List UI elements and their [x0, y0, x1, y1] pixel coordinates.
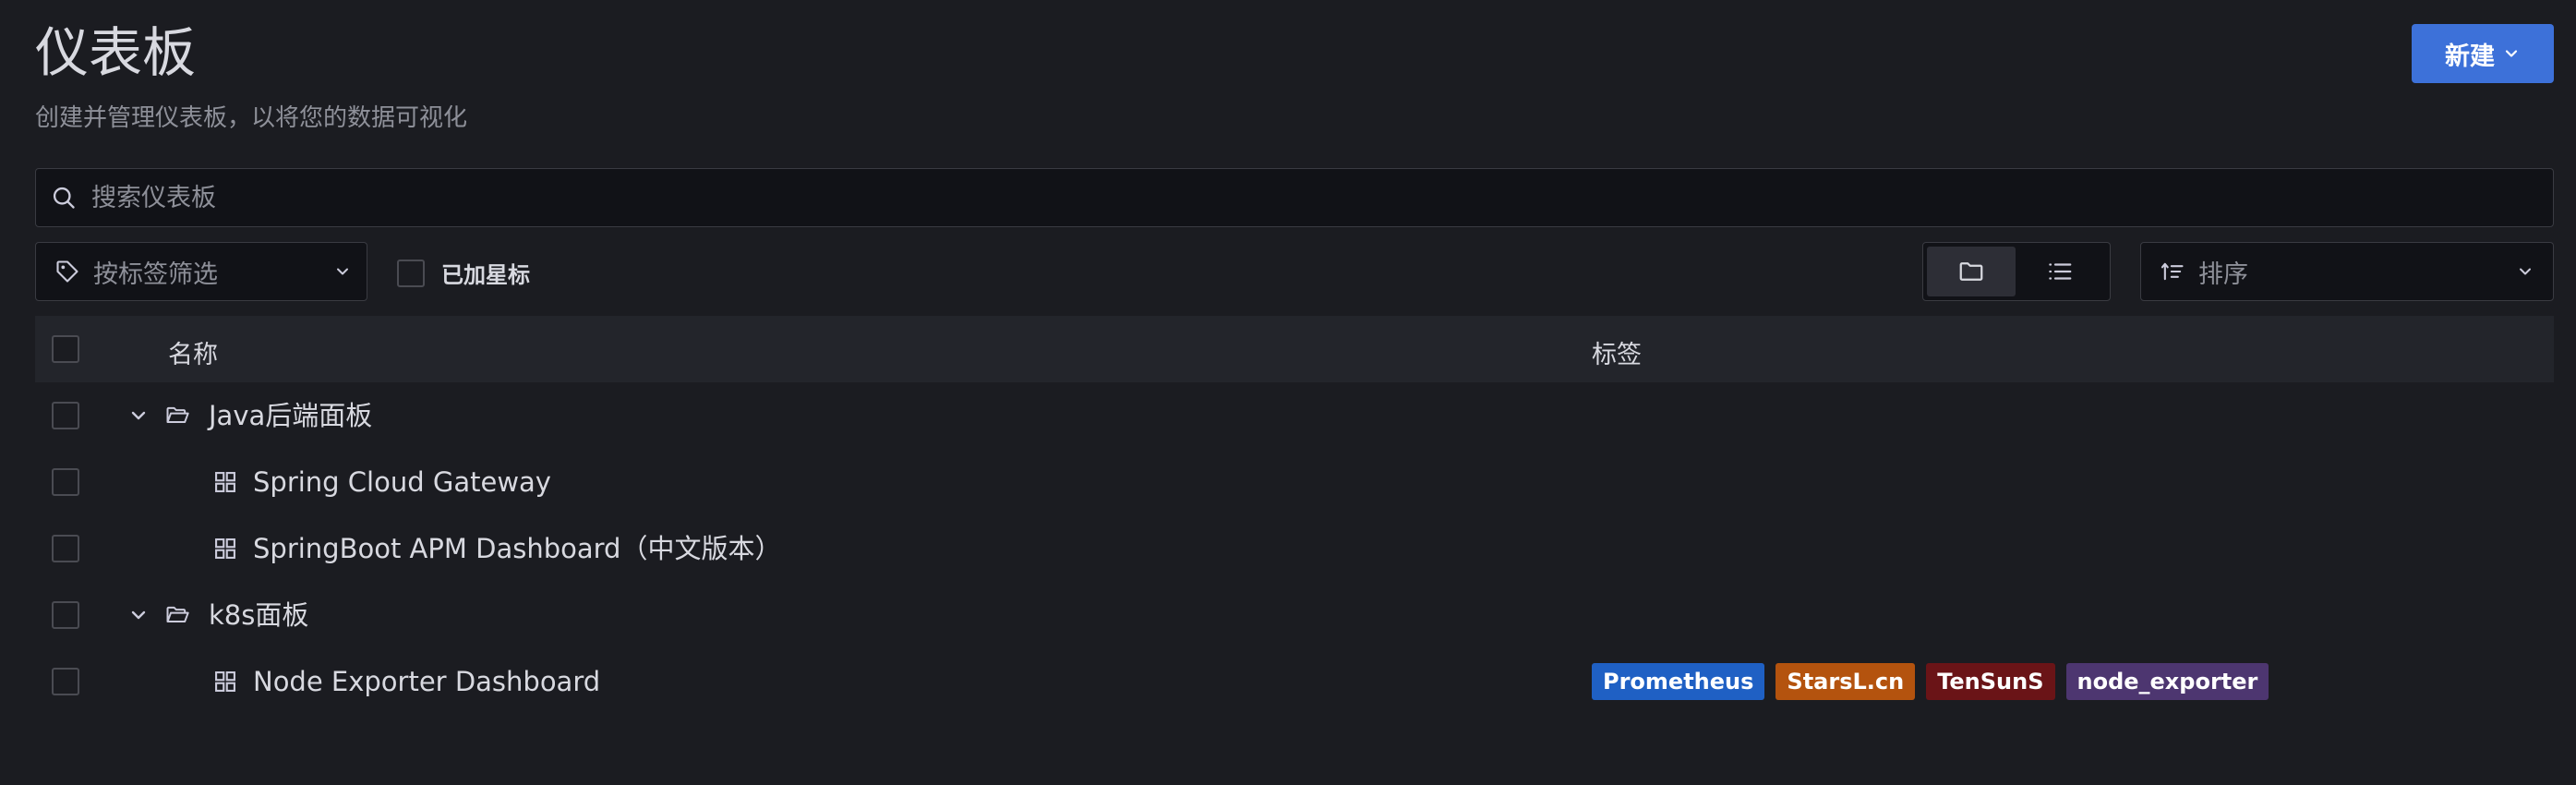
search-field[interactable]	[35, 168, 2554, 227]
dashboard-grid-icon	[215, 472, 235, 492]
chevron-down-icon[interactable]	[127, 604, 150, 626]
dashboard-grid-icon	[215, 538, 235, 559]
page-title: 仪表板	[35, 21, 197, 84]
sort-placeholder: 排序	[2198, 260, 2248, 289]
search-icon	[36, 169, 91, 226]
column-header-name: 名称	[168, 341, 218, 369]
chevron-down-icon	[2505, 50, 2518, 57]
dashboard-row[interactable]: SpringBoot APM Dashboard（中文版本）	[35, 515, 2554, 582]
table-header: 名称 标签	[35, 316, 2554, 382]
tag-node-exporter[interactable]: node_exporter	[2065, 663, 2269, 700]
folder-row[interactable]: Java后端面板	[35, 382, 2554, 449]
starred-filter[interactable]: 已加星标	[397, 257, 530, 289]
list-view-button[interactable]	[2016, 247, 2104, 296]
page-subtitle: 创建并管理仪表板，以将您的数据可视化	[35, 104, 468, 132]
dashboard-row[interactable]: Node Exporter Dashboard Prometheus Stars…	[35, 648, 2554, 715]
folder-open-icon	[166, 606, 189, 622]
dashboard-grid-icon	[215, 671, 235, 692]
chevron-down-icon[interactable]	[127, 405, 150, 427]
sort-select[interactable]: 排序	[2140, 242, 2554, 301]
tag-icon	[56, 260, 78, 283]
row-checkbox[interactable]	[52, 668, 79, 695]
folder-row[interactable]: k8s面板	[35, 582, 2554, 648]
view-mode-toggle[interactable]	[1922, 242, 2111, 301]
chevron-down-icon	[337, 268, 348, 275]
dashboard-name[interactable]: SpringBoot APM Dashboard（中文版本）	[253, 530, 781, 567]
folder-view-button[interactable]	[1927, 247, 2016, 296]
folder-name[interactable]: k8s面板	[209, 597, 308, 634]
sort-icon	[2161, 262, 2184, 281]
starred-checkbox[interactable]	[397, 259, 425, 287]
select-all-checkbox[interactable]	[52, 335, 79, 363]
column-header-tags: 标签	[1592, 341, 1642, 369]
row-checkbox[interactable]	[52, 535, 79, 562]
dashboard-row[interactable]: Spring Cloud Gateway	[35, 449, 2554, 515]
tag-filter-select[interactable]: 按标签筛选	[35, 242, 367, 301]
tag-list: Prometheus StarsL.cn TenSunS node_export…	[1592, 663, 2269, 700]
dashboard-name[interactable]: Node Exporter Dashboard	[253, 663, 600, 700]
tag-prometheus[interactable]: Prometheus	[1592, 663, 1765, 700]
new-button[interactable]: 新建	[2412, 24, 2554, 83]
folder-open-icon	[166, 406, 189, 423]
search-input[interactable]	[91, 169, 2553, 226]
list-icon	[2049, 263, 2072, 280]
new-button-label: 新建	[2445, 42, 2495, 71]
row-checkbox[interactable]	[52, 601, 79, 629]
starred-label: 已加星标	[441, 262, 530, 288]
tag-starsl[interactable]: StarsL.cn	[1776, 663, 1916, 700]
chevron-down-icon	[2520, 268, 2531, 275]
folder-name[interactable]: Java后端面板	[209, 397, 372, 434]
tag-tensuns[interactable]: TenSunS	[1926, 663, 2055, 700]
row-checkbox[interactable]	[52, 402, 79, 429]
tag-filter-placeholder: 按标签筛选	[93, 260, 218, 289]
row-checkbox[interactable]	[52, 468, 79, 496]
folder-icon	[1959, 262, 1983, 281]
dashboard-name[interactable]: Spring Cloud Gateway	[253, 464, 551, 501]
